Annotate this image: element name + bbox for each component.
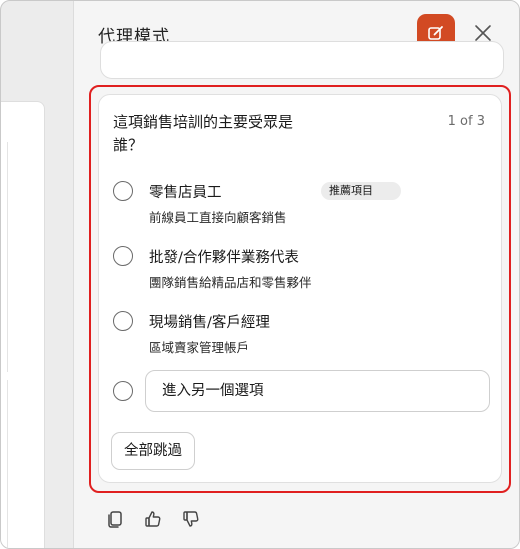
option-radio[interactable]	[113, 311, 133, 331]
copy-icon	[108, 511, 122, 528]
option-radio[interactable]	[113, 181, 133, 201]
option-label: 現場銷售/客戶經理	[149, 315, 270, 331]
message-actions	[102, 506, 204, 530]
option-label: 批發/合作夥伴業務代表	[149, 250, 299, 266]
question-text: 這項銷售培訓的主要受眾是誰？	[113, 113, 294, 154]
like-button[interactable]	[140, 506, 166, 532]
option-wholesale-rep[interactable]: 批發/合作夥伴業務代表 團隊銷售給精品店和零售夥伴	[113, 246, 473, 290]
question-counter: 1 of 3	[447, 114, 485, 129]
thumbs-down-icon	[183, 511, 199, 527]
option-description: 團隊銷售給精品店和零售夥伴	[149, 275, 312, 290]
close-icon	[475, 25, 491, 41]
option-retail-staff[interactable]: 零售店員工 推薦項目 前線員工直接向顧客銷售	[113, 181, 473, 225]
dislike-button[interactable]	[178, 506, 204, 532]
document-edge	[7, 380, 8, 548]
compose-icon	[428, 26, 443, 40]
option-field-sales[interactable]: 現場銷售/客戶經理 區域賣家管理帳戶	[113, 311, 473, 355]
copy-button[interactable]	[102, 506, 128, 532]
other-option-radio[interactable]	[113, 381, 133, 401]
document-edge	[7, 142, 8, 372]
other-option-input[interactable]: 進入另一個選項	[145, 370, 490, 412]
background-document	[1, 101, 45, 548]
option-description: 區域賣家管理帳戶	[149, 340, 250, 355]
app-window: 代理模式 這項銷售培訓的主要受眾是誰？ 1 of 3 零售店員工 推薦項目 前線…	[0, 0, 520, 549]
previous-message-card	[100, 41, 504, 79]
question-card: 這項銷售培訓的主要受眾是誰？ 1 of 3 零售店員工 推薦項目 前線員工直接向…	[98, 94, 502, 483]
thumbs-up-icon	[145, 511, 161, 527]
skip-all-button[interactable]: 全部跳過	[111, 432, 195, 470]
option-radio[interactable]	[113, 246, 133, 266]
option-description: 前線員工直接向顧客銷售	[149, 210, 287, 225]
agent-side-panel: 代理模式 這項銷售培訓的主要受眾是誰？ 1 of 3 零售店員工 推薦項目 前線…	[73, 1, 519, 548]
recommended-badge: 推薦項目	[321, 182, 401, 200]
option-label: 零售店員工	[149, 185, 222, 201]
